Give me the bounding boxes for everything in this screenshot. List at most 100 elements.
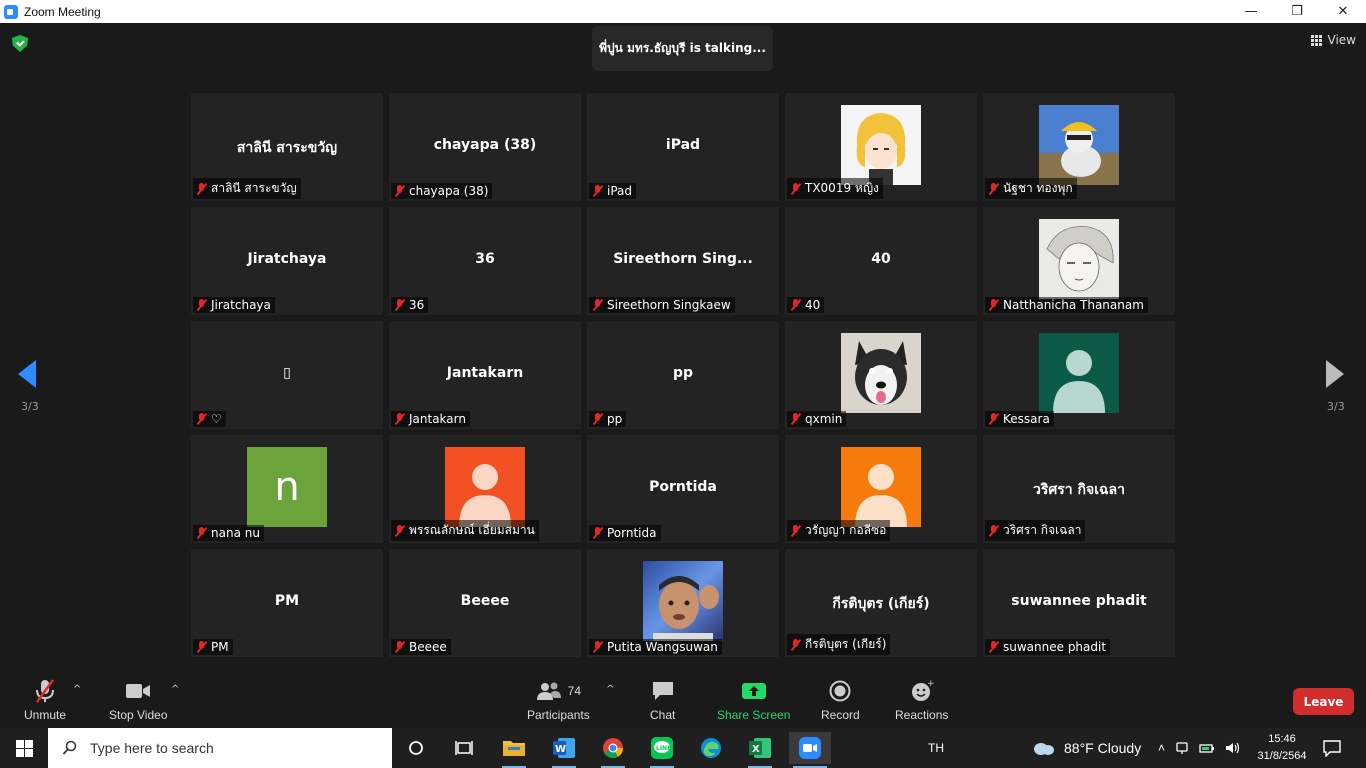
participant-tile[interactable]: นัฐชา ทองพุก [983, 93, 1175, 201]
stop-video-button[interactable]: Stop Video [109, 678, 168, 722]
participant-name-label: nana nu [193, 525, 264, 541]
participant-tile[interactable]: 40 40 [785, 207, 977, 315]
chat-bubble-icon [651, 678, 675, 704]
participant-display-name: สาลินี สาระขวัญ [236, 140, 338, 156]
previous-page-button[interactable] [18, 360, 36, 388]
chat-button[interactable]: Chat [650, 678, 675, 722]
unmute-button[interactable]: Unmute [24, 678, 66, 722]
record-button[interactable]: Record [821, 678, 860, 722]
participant-avatar-person-orange [841, 447, 921, 527]
cortana-button[interactable] [400, 732, 432, 764]
tray-expand-icon[interactable]: ˄ [1158, 741, 1165, 755]
weather-widget[interactable]: 88°F Cloudy [1032, 728, 1141, 768]
muted-mic-icon [196, 641, 207, 653]
chrome-icon [603, 738, 624, 759]
participant-name-label: Sireethorn Singkaew [589, 297, 735, 313]
muted-mic-icon [394, 413, 405, 425]
start-button[interactable] [0, 728, 48, 768]
line-app[interactable]: LINE [646, 732, 678, 768]
system-tray: ˄ [1158, 728, 1241, 768]
participant-tile[interactable]: พรรณลักษณ์ เอี่ยมสมาน [389, 435, 581, 543]
file-explorer-app[interactable] [498, 732, 530, 768]
participant-tile[interactable]: Putita Wangsuwan [587, 549, 779, 657]
muted-mic-icon [592, 527, 603, 539]
minimize-button[interactable]: — [1228, 0, 1274, 23]
participant-tile[interactable]: วรัญญา กอลีซอ [785, 435, 977, 543]
zoom-app-icon [4, 4, 18, 19]
participant-tile[interactable]: Sireethorn Sing... Sireethorn Singkaew [587, 207, 779, 315]
participant-tile[interactable]: กีรติบุตร (เกียร์) กีรติบุตร (เกียร์) [785, 549, 977, 657]
participant-tile[interactable]: Natthanicha Thananam [983, 207, 1175, 315]
audio-options-caret-icon[interactable]: ^ [73, 684, 81, 695]
participant-tile[interactable]: TX0019 หญิง [785, 93, 977, 201]
participant-name-label: วริศรา กิจเฉลา [985, 520, 1086, 541]
participants-options-caret-icon[interactable]: ^ [606, 684, 614, 695]
participant-tile[interactable]: Jiratchaya Jiratchaya [191, 207, 383, 315]
participant-tile[interactable]: iPad iPad [587, 93, 779, 201]
reactions-button[interactable]: + Reactions [895, 678, 948, 722]
view-button[interactable]: View [1310, 33, 1356, 47]
participant-tile[interactable]: chayapa (38) chayapa (38) [389, 93, 581, 201]
participant-tile[interactable]: วริศรา กิจเฉลา วริศรา กิจเฉลา [983, 435, 1175, 543]
cloud-icon [1034, 743, 1054, 755]
participant-name: Jantakarn [409, 412, 466, 426]
muted-mic-icon [394, 641, 405, 653]
unmute-label: Unmute [24, 708, 67, 722]
muted-mic-icon [790, 524, 801, 537]
taskbar-search-box[interactable]: Type here to search [48, 728, 392, 768]
windows-logo-icon [15, 739, 33, 757]
participant-name-label: สาลินี สาระขวัญ [193, 178, 301, 199]
restore-button[interactable]: ❐ [1274, 0, 1320, 23]
speaker-icon[interactable] [1225, 741, 1241, 755]
input-language-indicator[interactable]: TH [928, 728, 944, 768]
meet-now-icon[interactable] [1175, 741, 1189, 755]
participant-tile[interactable]: Beeee Beeee [389, 549, 581, 657]
window-controls: — ❐ ✕ [1228, 0, 1366, 23]
participant-name-label: suwannee phadit [985, 639, 1111, 655]
participant-tile[interactable]: qxmin [785, 321, 977, 429]
participant-name-label: 40 [787, 297, 825, 313]
taskbar-clock[interactable]: 15:46 31/8/2564 [1252, 731, 1312, 765]
participant-tile[interactable]: 36 36 [389, 207, 581, 315]
participant-name-label: iPad [589, 183, 637, 199]
participant-name: วริศรา กิจเฉลา [1003, 523, 1082, 537]
security-shield-icon[interactable] [12, 35, 28, 52]
muted-mic-icon [592, 299, 603, 311]
leave-button[interactable]: Leave [1293, 688, 1354, 715]
participant-name: พรรณลักษณ์ เอี่ยมสมาน [409, 523, 535, 537]
chrome-app[interactable] [597, 732, 629, 768]
participant-name: Putita Wangsuwan [607, 640, 718, 654]
participants-button[interactable]: 74 Participants [527, 678, 590, 722]
word-app[interactable]: W [548, 732, 580, 768]
participant-display-name: 40 [871, 251, 891, 267]
participant-tile[interactable]: PM PM [191, 549, 383, 657]
participant-tile[interactable]: pp pp [587, 321, 779, 429]
share-screen-button[interactable]: Share Screen [717, 678, 790, 722]
participants-label: Participants [527, 708, 590, 722]
notifications-button[interactable] [1322, 728, 1342, 768]
search-icon [62, 740, 77, 755]
excel-app[interactable]: X [744, 732, 776, 768]
participant-tile[interactable]: Jantakarn Jantakarn [389, 321, 581, 429]
zoom-taskbar-app[interactable] [789, 732, 831, 768]
svg-text:X: X [752, 744, 760, 755]
participant-tile[interactable]: สาลินี สาระขวัญ สาลินี สาระขวัญ [191, 93, 383, 201]
reactions-label: Reactions [895, 708, 949, 722]
participant-tile[interactable]: suwannee phadit suwannee phadit [983, 549, 1175, 657]
participant-name: 36 [409, 298, 425, 312]
windows-taskbar: Type here to search W LINE X TH 88°F Clo… [0, 728, 1366, 768]
video-options-caret-icon[interactable]: ^ [171, 684, 179, 695]
battery-charging-icon[interactable] [1199, 741, 1215, 755]
participant-tile[interactable]: Porntida Porntida [587, 435, 779, 543]
close-button[interactable]: ✕ [1320, 0, 1366, 23]
participant-tile[interactable]: n nana nu [191, 435, 383, 543]
task-view-button[interactable] [448, 732, 480, 764]
edge-app[interactable] [695, 732, 727, 764]
participant-display-name: Porntida [649, 479, 717, 495]
svg-text:W: W [555, 744, 566, 755]
participant-tile[interactable]: Kessara [983, 321, 1175, 429]
participant-tile[interactable]: ▯ ♡ [191, 321, 383, 429]
participant-name-label: PM [193, 639, 233, 655]
svg-text:LINE: LINE [656, 745, 671, 752]
next-page-button[interactable] [1326, 360, 1344, 388]
